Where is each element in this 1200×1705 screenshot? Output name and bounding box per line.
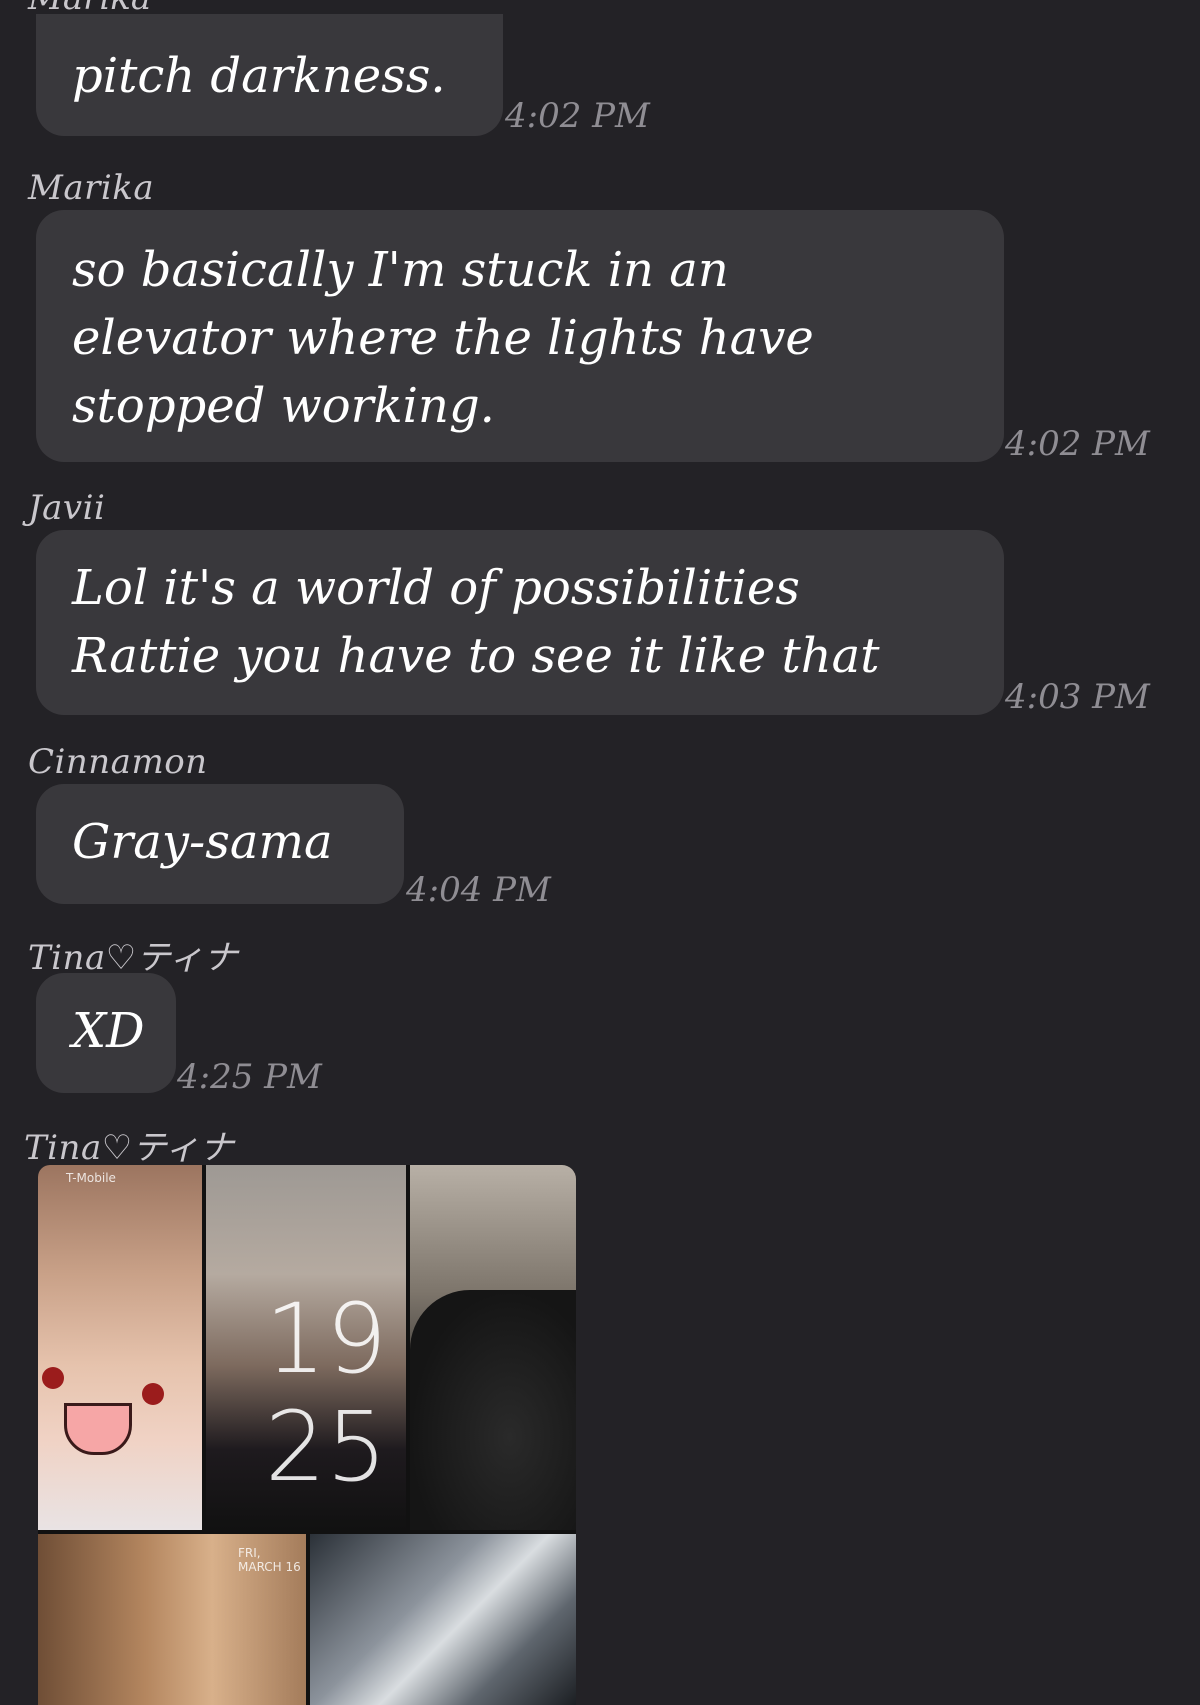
- sender-name: Tina♡ティナ: [24, 1128, 235, 1168]
- message-time: 4:04 PM: [406, 870, 551, 910]
- message-bubble[interactable]: so basically I'm stuck in an elevator wh…: [36, 210, 1004, 462]
- blush-sticker-icon: [142, 1383, 164, 1405]
- sender-name: Javii: [28, 488, 106, 528]
- shared-photo-collage[interactable]: T-Mobile 19 25 FRI, MARCH 16: [38, 1165, 576, 1705]
- photo-tile: [310, 1534, 576, 1705]
- sender-name: Tina♡ティナ: [28, 938, 239, 978]
- tongue-sticker-icon: [64, 1403, 132, 1455]
- photo-tile: [410, 1165, 576, 1530]
- message-bubble[interactable]: Gray-sama: [36, 784, 404, 904]
- message-time: 4:02 PM: [1005, 424, 1150, 464]
- carrier-label: T-Mobile: [66, 1171, 116, 1185]
- lock-screen-clock: 19 25: [264, 1283, 388, 1503]
- date-label: FRI, MARCH 16: [238, 1546, 301, 1574]
- message-time: 4:02 PM: [505, 96, 650, 136]
- message-bubble[interactable]: pitch darkness.: [36, 14, 503, 136]
- sender-name: Marika: [28, 168, 155, 208]
- photo-tile: T-Mobile: [38, 1165, 202, 1530]
- message-time: 4:25 PM: [177, 1057, 322, 1097]
- message-bubble[interactable]: XD: [36, 973, 176, 1093]
- chat-conversation: Marika pitch darkness. 4:02 PM Marika so…: [0, 0, 1200, 1705]
- sender-name: Cinnamon: [28, 742, 208, 782]
- message-bubble[interactable]: Lol it's a world of possibilities Rattie…: [36, 530, 1004, 715]
- message-time: 4:03 PM: [1005, 677, 1150, 717]
- photo-tile: FRI, MARCH 16: [38, 1534, 306, 1705]
- face-mask-shape: [410, 1290, 576, 1530]
- blush-sticker-icon: [42, 1367, 64, 1389]
